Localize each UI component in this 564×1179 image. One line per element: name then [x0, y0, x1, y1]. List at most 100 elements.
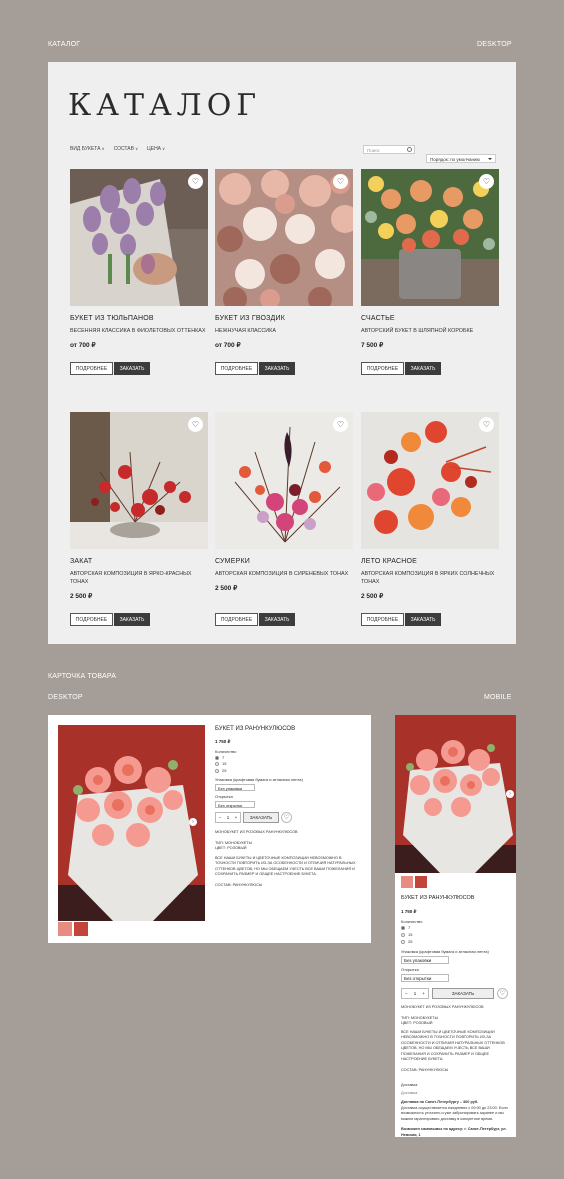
section-label-desktop: DESKTOP	[477, 41, 512, 48]
product-card: ♡ СЧАСТЬЕ АВТОРСКИЙ БУКЕТ В ШЛЯПНОЙ КОРО…	[361, 169, 499, 375]
radio-icon	[215, 762, 219, 767]
minus-icon[interactable]: −	[219, 815, 222, 820]
order-button[interactable]: ЗАКАЗАТЬ	[243, 812, 279, 824]
product-card: ♡ БУКЕТ ИЗ ГВОЗДИК НЕЖНУЧАЯ КЛАССИКА от …	[215, 169, 353, 375]
product-title: БУКЕТ ИЗ РАНУНКУЛЮСОВ	[401, 895, 475, 901]
quantity-option[interactable]: 25	[401, 939, 511, 946]
details-button[interactable]: ПОДРОБНЕЕ	[70, 362, 113, 375]
product-title[interactable]: БУКЕТ ИЗ ТЮЛЬПАНОВ	[70, 315, 208, 322]
product-image[interactable]: ♡	[361, 412, 499, 549]
product-price: от 700 ₽	[70, 342, 96, 350]
product-composition: СОСТАВ: РАНУНКУЛЮСЫ	[401, 1067, 449, 1072]
heart-icon[interactable]: ♡	[497, 988, 508, 1000]
order-button[interactable]: ЗАКАЗАТЬ	[259, 613, 295, 626]
plus-icon[interactable]: +	[235, 815, 238, 820]
product-subtitle: АВТОРСКИЙ БУКЕТ В ШЛЯПНОЙ КОРОБКЕ	[361, 328, 474, 334]
quantity-option[interactable]: 25	[215, 768, 365, 774]
chevron-right-icon[interactable]: ›	[189, 818, 197, 826]
product-long-desc: ВСЕ НАШИ БУКЕТЫ И ЦВЕТОЧНЫЕ КОМПОЗИЦИИ Н…	[401, 1029, 505, 1062]
thumbnail[interactable]	[415, 876, 427, 888]
delivery-subtitle: Доставка	[401, 1090, 418, 1095]
filter-bar: ВИД БУКЕТА СОСТАВ ЦЕНА	[70, 146, 165, 152]
plus-icon[interactable]: +	[422, 991, 425, 996]
search-input[interactable]: Поиск	[363, 145, 415, 154]
heart-icon[interactable]: ♡	[188, 417, 203, 432]
product-title[interactable]: СЧАСТЬЕ	[361, 315, 499, 322]
delivery-text: Доставка осуществляется ежедневно с 09:0…	[401, 1105, 508, 1121]
product-main-image[interactable]: ›	[395, 715, 516, 873]
order-button[interactable]: ЗАКАЗАТЬ	[432, 988, 494, 1000]
postcard-select[interactable]: Без открытки	[401, 974, 449, 983]
radio-icon	[215, 755, 219, 760]
product-image[interactable]: ♡	[215, 412, 353, 549]
sort-select[interactable]: Порядок: по умолчанию	[426, 154, 496, 163]
section-label-product-card: КАРТОЧКА ТОВАРА	[48, 673, 117, 680]
product-title[interactable]: СУМЕРКИ	[215, 558, 353, 565]
postcard-select[interactable]: Без открытки	[215, 801, 255, 809]
product-image[interactable]: ♡	[361, 169, 499, 306]
filter-bouquet-type[interactable]: ВИД БУКЕТА	[70, 146, 105, 152]
wrap-select[interactable]: Без упаковки	[215, 784, 255, 792]
details-button[interactable]: ПОДРОБНЕЕ	[361, 613, 404, 626]
quantity-label: Количество	[401, 919, 423, 924]
product-short-desc: МОНОБУКЕТ ИЗ РОЗОВЫХ РАНУНКУЛЮСОВ	[401, 1005, 484, 1010]
product-image[interactable]: ♡	[215, 169, 353, 306]
product-desktop-panel: › БУКЕТ ИЗ РАНУНКУЛЮСОВ 1 750 ₽ Количест…	[48, 715, 371, 943]
product-color: ЦВЕТ: РОЗОВЫЙ	[401, 1021, 433, 1026]
radio-icon	[401, 925, 405, 930]
quantity-options: 7 15 25	[401, 925, 511, 945]
section-label-catalog: КАТАЛОГ	[48, 41, 81, 48]
heart-icon[interactable]: ♡	[479, 417, 494, 432]
product-image[interactable]: ♡	[70, 169, 208, 306]
heart-icon[interactable]: ♡	[281, 812, 292, 824]
heart-icon[interactable]: ♡	[333, 417, 348, 432]
section-label-desktop: DESKTOP	[48, 694, 83, 701]
filter-price[interactable]: ЦЕНА	[147, 146, 165, 152]
order-button[interactable]: ЗАКАЗАТЬ	[405, 613, 441, 626]
details-button[interactable]: ПОДРОБНЕЕ	[70, 613, 113, 626]
product-card: ♡ БУКЕТ ИЗ ТЮЛЬПАНОВ ВЕСЕННЯЯ КЛАССИКА В…	[70, 169, 208, 375]
details-button[interactable]: ПОДРОБНЕЕ	[215, 362, 258, 375]
quantity-option[interactable]: 7	[401, 925, 511, 932]
product-price: 1 750 ₽	[215, 739, 231, 744]
thumbnail[interactable]	[401, 876, 413, 888]
product-subtitle: АВТОРСКАЯ КОМПОЗИЦИЯ В ЯРКО-КРАСНЫХ ТОНА…	[70, 571, 192, 586]
product-image[interactable]: ♡	[70, 412, 208, 549]
thumbnail[interactable]	[74, 922, 88, 936]
details-button[interactable]: ПОДРОБНЕЕ	[215, 613, 258, 626]
heart-icon[interactable]: ♡	[333, 174, 348, 189]
product-price: 2 500 ₽	[70, 593, 93, 601]
product-mobile-panel: › БУКЕТ ИЗ РАНУНКУЛЮСОВ 1 750 ₽ Количест…	[395, 715, 516, 1137]
thumbnail[interactable]	[58, 922, 72, 936]
order-button[interactable]: ЗАКАЗАТЬ	[405, 362, 441, 375]
filter-composition[interactable]: СОСТАВ	[114, 146, 138, 152]
product-card: ♡ СУМЕРКИ АВТОРСКАЯ КОМПОЗИЦИЯ В СИРЕНЕВ…	[215, 412, 353, 626]
quantity-options: 7 15 25	[215, 755, 365, 774]
quantity-option[interactable]: 15	[401, 932, 511, 939]
product-info: БУКЕТ ИЗ РАНУНКУЛЮСОВ 1 750 ₽ Количество…	[215, 726, 365, 888]
product-price: от 700 ₽	[215, 342, 241, 350]
postcard-label: Открытка	[401, 967, 419, 973]
heart-icon[interactable]: ♡	[479, 174, 494, 189]
product-color: ЦВЕТ: РОЗОВЫЙ	[215, 846, 247, 851]
minus-icon[interactable]: −	[405, 991, 408, 996]
product-title[interactable]: БУКЕТ ИЗ ГВОЗДИК	[215, 315, 353, 322]
quantity-stepper[interactable]: −1 +	[401, 988, 429, 1000]
product-title[interactable]: ЗАКАТ	[70, 558, 208, 565]
product-main-image[interactable]: ›	[58, 725, 205, 921]
product-long-desc: ВСЕ НАШИ БУКЕТЫ И ЦВЕТОЧНЫЕ КОМПОЗИЦИИ Н…	[215, 855, 356, 877]
radio-icon	[401, 932, 405, 937]
order-button[interactable]: ЗАКАЗАТЬ	[259, 362, 295, 375]
quantity-stepper[interactable]: −1 +	[215, 812, 241, 824]
product-title[interactable]: ЛЕТО КРАСНОЕ	[361, 558, 499, 565]
heart-icon[interactable]: ♡	[188, 174, 203, 189]
details-button[interactable]: ПОДРОБНЕЕ	[361, 362, 404, 375]
product-subtitle: АВТОРСКАЯ КОМПОЗИЦИЯ В СИРЕНЕВЫХ ТОНАХ	[215, 571, 349, 577]
product-composition: СОСТАВ: РАНУНКУЛЮСЫ	[215, 882, 263, 887]
wrap-select[interactable]: Без упаковки	[401, 956, 449, 965]
product-short-desc: МОНОБУКЕТ ИЗ РОЗОВЫХ РАНУНКУЛЮСОВ	[215, 830, 298, 835]
order-button[interactable]: ЗАКАЗАТЬ	[114, 613, 150, 626]
order-button[interactable]: ЗАКАЗАТЬ	[114, 362, 150, 375]
chevron-right-icon[interactable]: ›	[506, 790, 514, 798]
product-price: 7 500 ₽	[361, 342, 384, 350]
